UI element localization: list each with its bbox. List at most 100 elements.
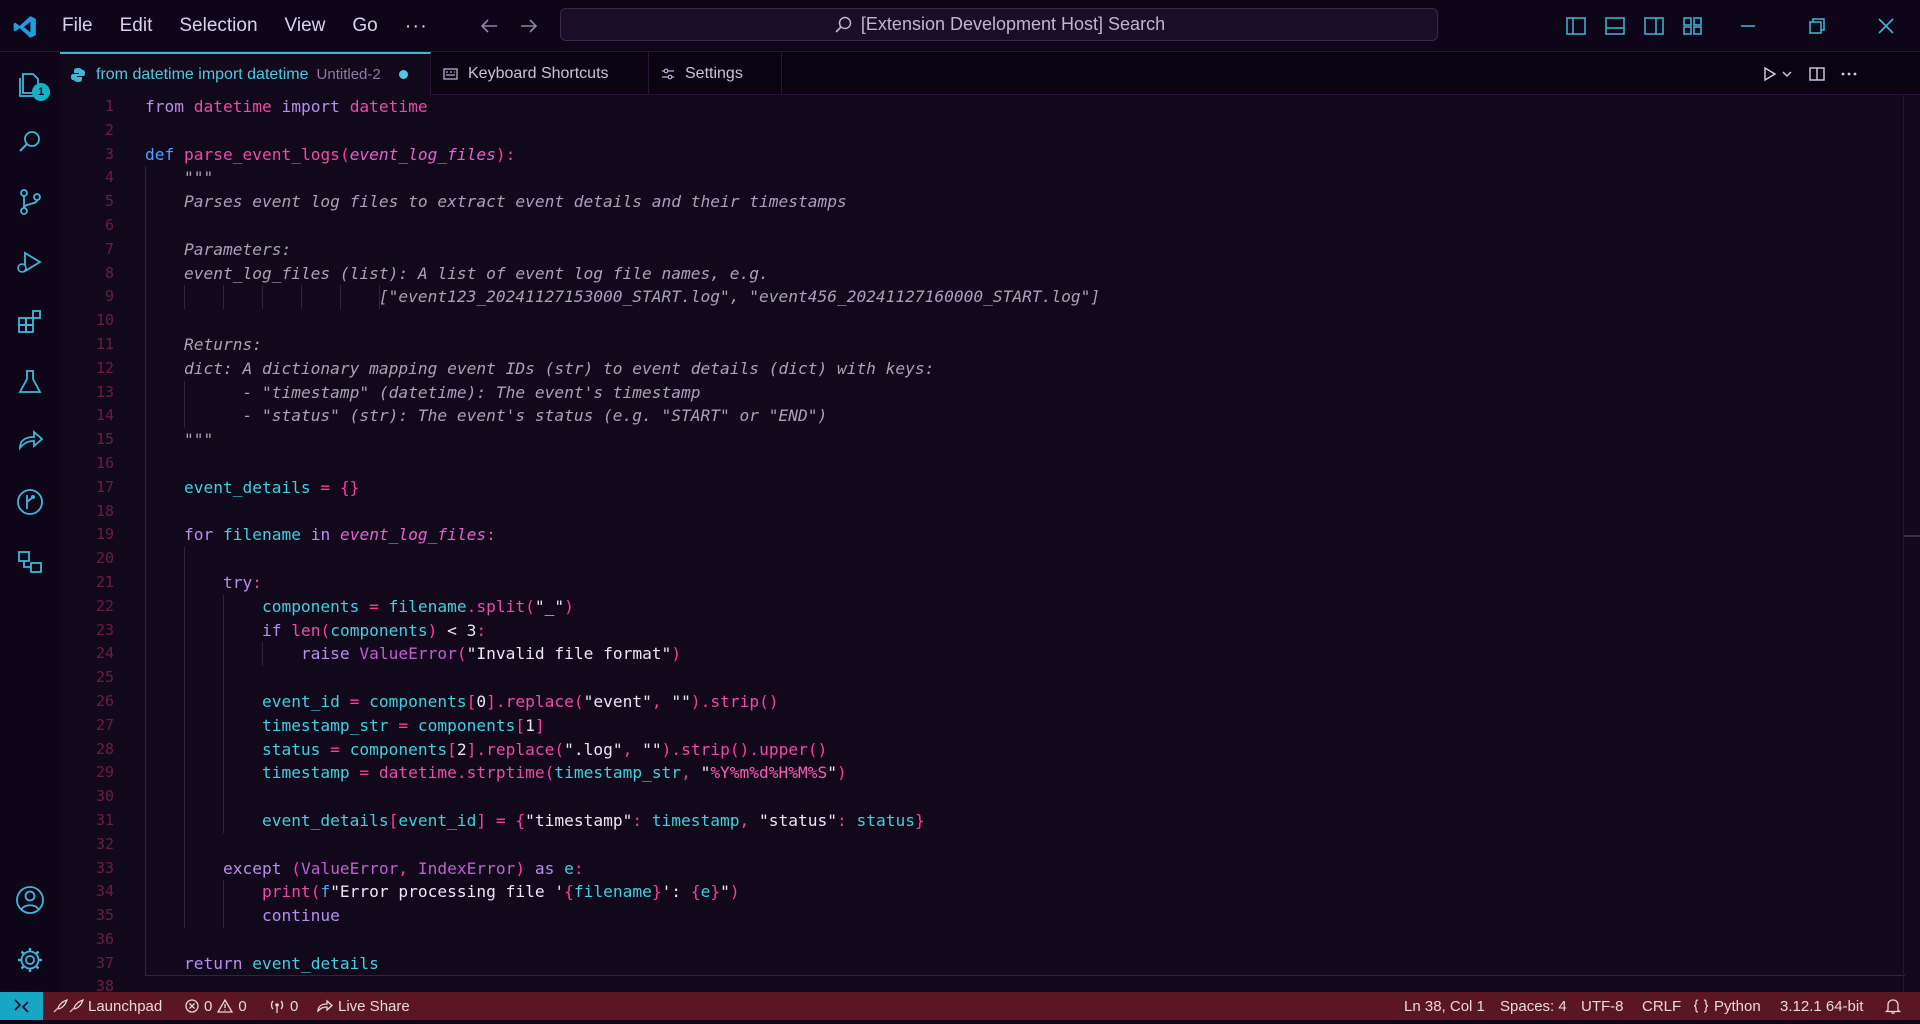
indent-guide [184, 737, 185, 762]
notifications-item[interactable] [1884, 992, 1906, 1020]
indent-guide [145, 285, 146, 310]
indent-guide [262, 285, 263, 310]
code-line [145, 785, 1100, 809]
search-view-icon[interactable] [14, 126, 46, 158]
toggle-primary-sidebar-icon[interactable] [1565, 15, 1587, 37]
tab-untitled-2[interactable]: from datetime import datetime Untitled-2 [60, 52, 431, 95]
source-control-icon[interactable] [14, 186, 46, 218]
line-ending[interactable]: CRLF [1642, 992, 1681, 1020]
indent-guide [262, 642, 263, 667]
code-line: def parse_event_logs(event_log_files): [145, 143, 1100, 167]
language-mode[interactable]: Python [1692, 992, 1761, 1020]
extensions-icon[interactable] [14, 306, 46, 338]
code-token: continue [261, 906, 340, 926]
menu-selection[interactable]: Selection [179, 15, 257, 37]
remote-indicator[interactable] [0, 992, 43, 1020]
launchpad-item[interactable]: Launchpad [52, 992, 162, 1020]
run-debug-icon[interactable] [14, 246, 46, 278]
indent-guide [184, 380, 185, 405]
menu-file[interactable]: File [62, 15, 93, 37]
menu-go[interactable]: Go [352, 15, 377, 37]
manage-gear-icon[interactable] [14, 944, 46, 976]
cursor-position[interactable]: Ln 38, Col 1 [1404, 992, 1485, 1020]
indent-guide [301, 285, 302, 310]
code-token: ( [544, 763, 555, 783]
customize-layout-icon[interactable] [1682, 15, 1704, 37]
git-graph-icon[interactable] [14, 486, 46, 518]
line-number: 11 [95, 334, 114, 353]
accounts-icon[interactable] [14, 884, 46, 916]
more-actions-icon[interactable] [1840, 65, 1858, 83]
indent-guide [145, 594, 146, 619]
line-number: 10 [95, 311, 114, 330]
vertical-scrollbar[interactable] [1903, 95, 1920, 992]
line-number: 17 [95, 477, 114, 496]
code-area[interactable]: from datetime import datetime def parse_… [145, 95, 1100, 992]
line-number: 35 [95, 906, 114, 925]
code-token: " [827, 763, 838, 783]
code-token: = [359, 596, 389, 616]
remote-explorer-icon[interactable] [14, 546, 46, 578]
command-center-search[interactable]: [Extension Development Host] Search [560, 8, 1438, 41]
indent-guide [223, 808, 224, 833]
code-token: "" [671, 691, 691, 711]
chevron-down-icon[interactable] [1780, 65, 1794, 83]
line-ending-text: CRLF [1642, 997, 1682, 1015]
run-python-icon[interactable] [1760, 65, 1778, 83]
code-token: ( [281, 858, 301, 878]
indent-guide [184, 594, 185, 619]
code-token: upper [759, 739, 808, 759]
back-arrow-icon[interactable] [477, 14, 501, 38]
indent-guide [145, 309, 146, 333]
unsaved-dot-icon[interactable] [398, 70, 408, 79]
toggle-panel-icon[interactable] [1604, 15, 1626, 37]
indent-guide [223, 689, 224, 714]
code-token: () [807, 739, 828, 759]
menu-view[interactable]: View [285, 15, 326, 37]
python-interpreter[interactable]: 3.12.1 64-bit [1780, 992, 1863, 1020]
restore-icon[interactable] [1806, 15, 1828, 37]
problems-item[interactable]: 0 0 [184, 992, 247, 1020]
encoding[interactable]: UTF-8 [1581, 992, 1624, 1020]
code-token: } [651, 882, 662, 902]
indentation-text: Spaces: 4 [1500, 997, 1567, 1015]
code-token: datetime [349, 97, 428, 116]
code-token: [ [388, 810, 399, 830]
tab-settings[interactable]: Settings [649, 52, 782, 95]
tab-keyboard-shortcuts[interactable]: Keyboard Shortcuts [431, 52, 649, 95]
split-editor-icon[interactable] [1808, 65, 1826, 83]
indent-guide [184, 832, 185, 857]
indent-guide [145, 832, 146, 857]
code-token: components [369, 691, 467, 711]
code-line [145, 927, 1100, 952]
line-number: 26 [95, 691, 114, 710]
code-token: len [291, 620, 321, 640]
code-token: filename [213, 525, 311, 545]
ports-item[interactable]: 0 [268, 992, 298, 1020]
warning-count: 0 [238, 997, 247, 1015]
live-share-status[interactable]: Live Share [316, 992, 410, 1020]
vscode-logo-icon [13, 16, 36, 38]
toggle-secondary-sidebar-icon[interactable] [1643, 15, 1665, 37]
testing-flask-icon[interactable] [14, 366, 46, 398]
code-token: , [681, 763, 701, 783]
minimize-icon[interactable] [1737, 15, 1759, 37]
code-token: timestamp [261, 763, 350, 783]
line-number: 16 [95, 453, 114, 472]
indentation[interactable]: Spaces: 4 [1500, 992, 1567, 1020]
close-window-icon[interactable] [1875, 15, 1897, 37]
line-number: 6 [104, 215, 114, 234]
code-token: , [398, 858, 418, 878]
code-token: : [476, 620, 487, 640]
live-share-icon[interactable] [14, 426, 46, 458]
forward-arrow-icon[interactable] [517, 14, 541, 38]
menu-edit[interactable]: Edit [120, 15, 153, 37]
code-token: timestamp_str [261, 715, 389, 735]
code-editor[interactable]: 1 2 3 4 5 6 7 8 9 10 11 12 13 14 15 16 17 18 19 20 21 22 23 24 2… [60, 95, 1920, 992]
code-token: print [261, 882, 311, 902]
menu-more-button[interactable]: ··· [405, 15, 428, 38]
code-token: ). [690, 691, 711, 711]
code-token: ( [573, 691, 584, 711]
code-token: try [222, 572, 253, 592]
